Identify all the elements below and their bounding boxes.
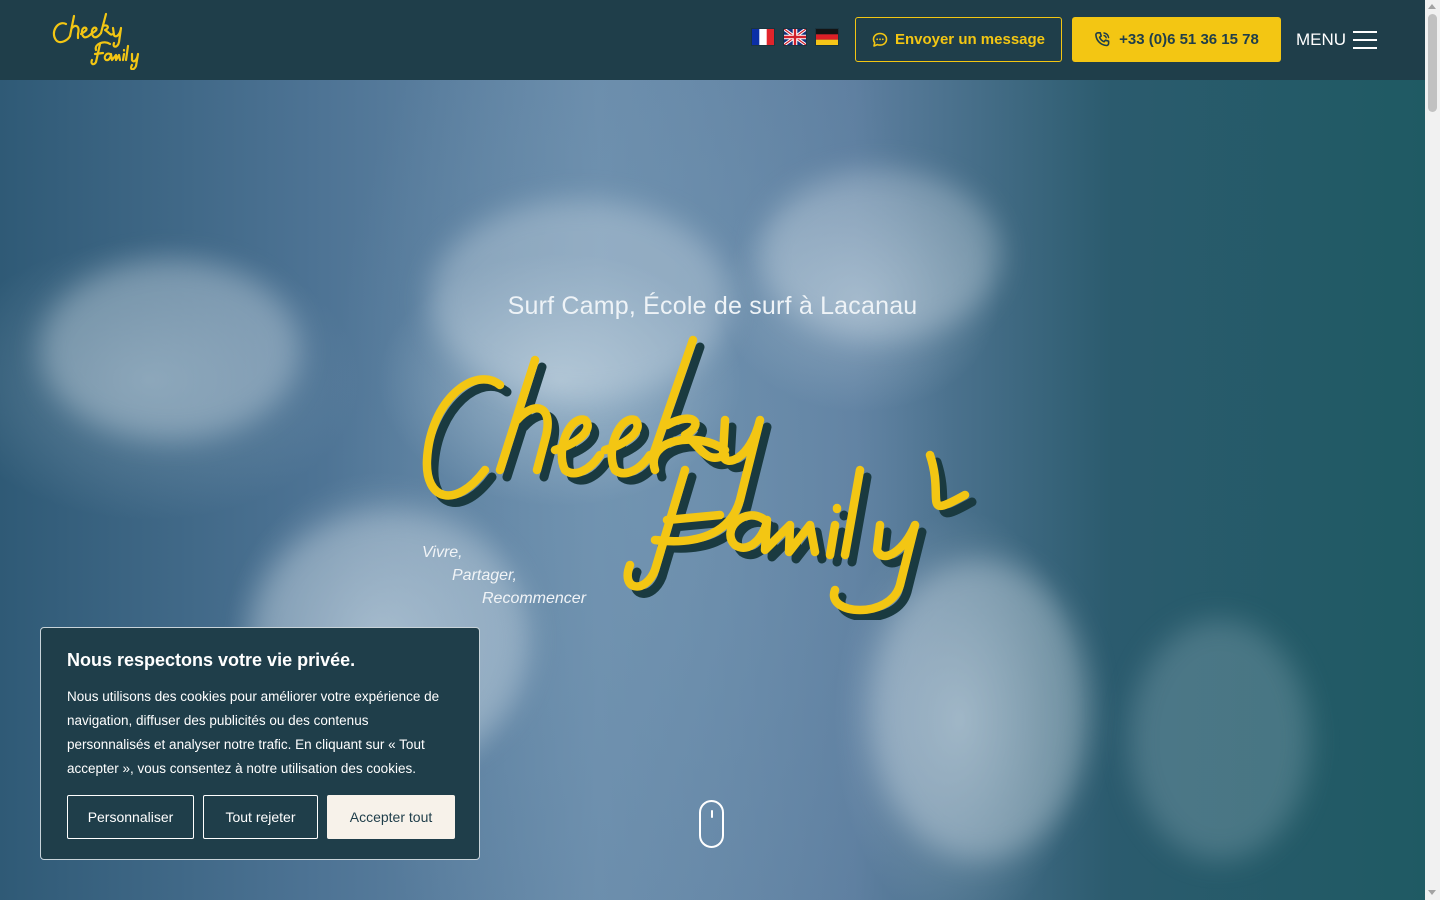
menu-toggle[interactable]: MENU [1296,24,1378,56]
scroll-down-arrow-icon[interactable] [1428,890,1436,895]
site-header: Envoyer un message +33 (0)6 51 36 15 78 … [0,0,1425,80]
tagline-live: Vivre, [422,544,463,561]
phone-number-label: +33 (0)6 51 36 15 78 [1119,31,1259,48]
hamburger-icon [1353,31,1378,49]
cookie-accept-button[interactable]: Accepter tout [327,795,455,839]
brand-logo[interactable] [48,10,158,70]
cookie-actions: Personnaliser Tout rejeter Accepter tout [67,795,455,839]
cookie-consent-banner: Nous respectons votre vie privée. Nous u… [40,627,480,860]
phone-icon [1095,31,1110,47]
call-phone-button[interactable]: +33 (0)6 51 36 15 78 [1072,17,1281,62]
wave-foam [40,260,300,440]
cookie-text: Nous utilisons des cookies pour améliore… [67,689,440,776]
tagline-share: Partager, [452,567,517,584]
flag-de-icon[interactable] [816,29,838,45]
scroll-down-indicator[interactable] [699,800,724,848]
send-message-label: Envoyer un message [894,31,1046,48]
flag-uk-icon[interactable] [784,29,806,45]
cookie-title: Nous respectons votre vie privée. [67,650,356,670]
tagline-repeat: Recommencer [482,590,587,607]
cookie-customize-button[interactable]: Personnaliser [67,795,194,839]
flag-fr-icon[interactable] [752,29,774,45]
language-switcher [752,29,838,45]
send-message-button[interactable]: Envoyer un message [855,17,1062,62]
page-scrollbar[interactable] [1425,0,1440,900]
menu-label: MENU [1296,30,1347,49]
wave-foam [1130,620,1310,860]
hero-subtitle: Surf Camp, École de surf à Lacanau [507,292,918,320]
scroll-up-arrow-icon[interactable] [1428,4,1436,9]
scrollbar-thumb[interactable] [1428,14,1437,112]
chat-bubble-icon [872,32,888,47]
cookie-reject-button[interactable]: Tout rejeter [203,795,318,839]
